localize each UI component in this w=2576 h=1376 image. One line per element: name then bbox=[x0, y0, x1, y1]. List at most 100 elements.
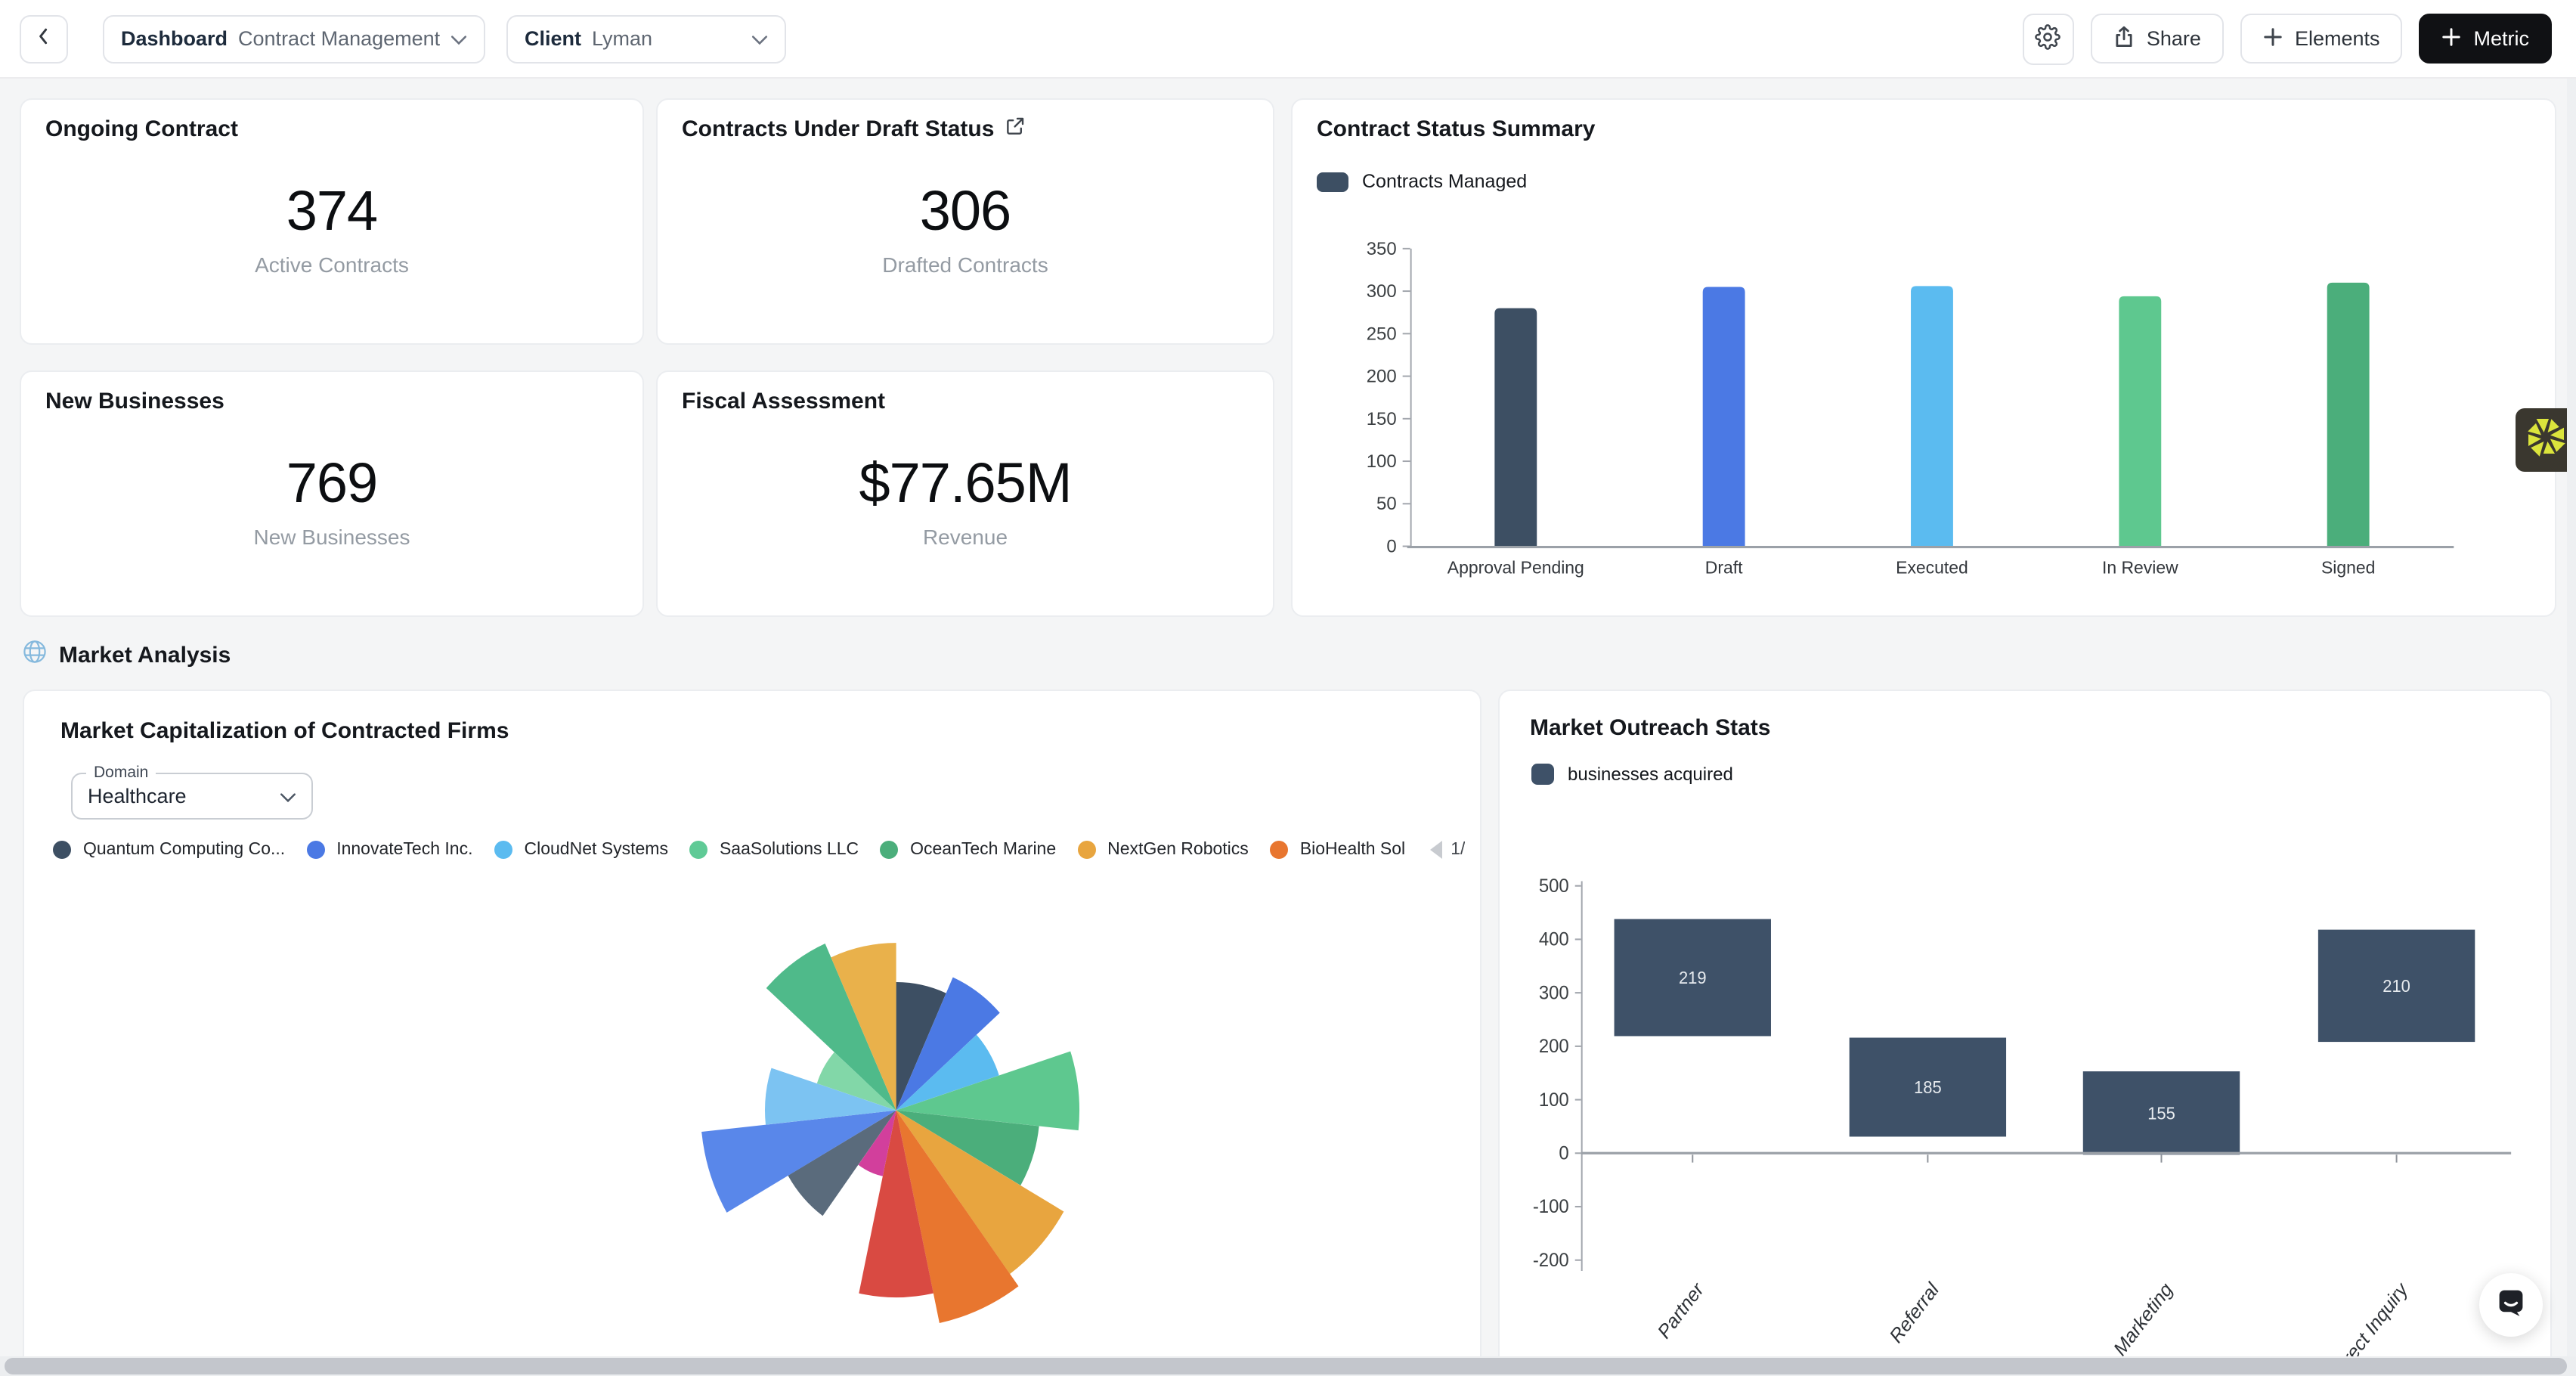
horizontal-scrollbar-thumb[interactable] bbox=[5, 1358, 2567, 1374]
svg-text:-200: -200 bbox=[1533, 1250, 1569, 1271]
legend-item-0[interactable]: Quantum Computing Co... bbox=[53, 841, 285, 859]
legend-dot bbox=[689, 841, 707, 859]
chevron-down-icon bbox=[450, 25, 467, 52]
chevron-left-icon bbox=[33, 26, 54, 51]
dashboard-select-value: Contract Management bbox=[238, 27, 440, 50]
svg-text:350: 350 bbox=[1367, 239, 1397, 259]
metric-label: Revenue bbox=[658, 525, 1273, 549]
legend-page-indicator: 1/3 bbox=[1451, 841, 1465, 859]
add-metric-button[interactable]: Metric bbox=[2420, 14, 2553, 64]
section-title-label: Market Analysis bbox=[59, 642, 231, 668]
vertical-scrollbar[interactable] bbox=[2567, 79, 2576, 1356]
svg-text:Partner: Partner bbox=[1654, 1278, 1709, 1343]
chat-launcher-button[interactable] bbox=[2479, 1273, 2543, 1337]
domain-select[interactable]: Domain Healthcare bbox=[71, 773, 313, 820]
share-icon bbox=[2113, 25, 2135, 52]
kpi-card-new-businesses: New Businesses 769 New Businesses bbox=[20, 370, 644, 617]
client-select[interactable]: Client Lyman bbox=[506, 14, 786, 63]
legend-dot bbox=[880, 841, 898, 859]
summary-bar-signed[interactable] bbox=[2327, 283, 2370, 547]
share-button-label: Share bbox=[2147, 27, 2201, 50]
legend-dot bbox=[1270, 841, 1288, 859]
dashboard-select-label: Dashboard bbox=[121, 27, 228, 50]
legend-item-2[interactable]: CloudNet Systems bbox=[494, 841, 668, 859]
card-title: Fiscal Assessment bbox=[682, 389, 885, 414]
share-button[interactable]: Share bbox=[2091, 14, 2224, 64]
summary-bar-in-review[interactable] bbox=[2119, 296, 2161, 547]
kpi-card-contracts-under-draft: Contracts Under Draft Status 306 Drafted… bbox=[656, 98, 1274, 345]
legend-item-1[interactable]: InnovateTech Inc. bbox=[306, 841, 472, 859]
starburst-icon bbox=[2525, 415, 2567, 465]
legend-page-prev-icon[interactable] bbox=[1429, 841, 1441, 859]
app-viewport: Dashboard Contract Management Client Lym… bbox=[0, 0, 2576, 1376]
legend-dot bbox=[306, 841, 324, 859]
legend-item-3[interactable]: SaaSolutions LLC bbox=[689, 841, 859, 859]
svg-text:200: 200 bbox=[1539, 1037, 1569, 1057]
add-elements-button[interactable]: Elements bbox=[2240, 14, 2403, 64]
legend-dot bbox=[494, 841, 512, 859]
svg-text:Executed: Executed bbox=[1896, 557, 1968, 577]
client-select-value: Lyman bbox=[592, 27, 741, 50]
top-bar: Dashboard Contract Management Client Lym… bbox=[0, 0, 2576, 79]
legend-dot bbox=[1077, 841, 1095, 859]
legend-item-label: InnovateTech Inc. bbox=[336, 841, 472, 859]
legend-item-5[interactable]: NextGen Robotics bbox=[1077, 841, 1249, 859]
market-outreach-bar-chart: 5004003002001000-100-200219185155210Part… bbox=[1500, 691, 2550, 1376]
add-elements-button-label: Elements bbox=[2295, 27, 2380, 50]
card-title: New Businesses bbox=[45, 389, 224, 414]
plus-icon bbox=[2263, 26, 2283, 51]
domain-select-value: Healthcare bbox=[88, 785, 280, 807]
client-select-label: Client bbox=[525, 27, 581, 50]
legend-item-6[interactable]: BioHealth Sol bbox=[1270, 841, 1405, 859]
chevron-down-icon bbox=[280, 783, 296, 810]
market-capitalization-card: Market Capitalization of Contracted Firm… bbox=[23, 690, 1482, 1376]
svg-text:-100: -100 bbox=[1533, 1197, 1569, 1217]
summary-bar-draft[interactable] bbox=[1703, 287, 1745, 546]
summary-bar-approval-pending[interactable] bbox=[1494, 308, 1537, 547]
chevron-down-icon bbox=[751, 25, 768, 52]
metric-value: 374 bbox=[21, 180, 642, 243]
metric-value: $77.65M bbox=[658, 452, 1273, 516]
metric-label: Drafted Contracts bbox=[658, 253, 1273, 277]
svg-text:50: 50 bbox=[1376, 494, 1397, 514]
legend-dot bbox=[53, 841, 71, 859]
svg-text:185: 185 bbox=[1914, 1078, 1942, 1097]
svg-text:500: 500 bbox=[1539, 876, 1569, 897]
svg-text:Signed: Signed bbox=[2321, 557, 2375, 577]
svg-text:250: 250 bbox=[1367, 324, 1397, 344]
back-button[interactable] bbox=[20, 14, 68, 63]
horizontal-scrollbar-track[interactable] bbox=[0, 1356, 2576, 1376]
external-link-icon[interactable] bbox=[1005, 116, 1024, 142]
add-metric-button-label: Metric bbox=[2474, 27, 2530, 50]
svg-text:210: 210 bbox=[2382, 977, 2410, 996]
svg-text:300: 300 bbox=[1367, 281, 1397, 302]
legend-item-4[interactable]: OceanTech Marine bbox=[880, 841, 1056, 859]
kpi-card-fiscal-assessment: Fiscal Assessment $77.65M Revenue bbox=[656, 370, 1274, 617]
settings-button[interactable] bbox=[2023, 13, 2074, 64]
market-cap-polar-chart bbox=[24, 872, 1480, 1376]
svg-text:0: 0 bbox=[1386, 537, 1396, 557]
svg-text:200: 200 bbox=[1367, 367, 1397, 387]
svg-text:In Review: In Review bbox=[2102, 557, 2178, 577]
legend-item-label: Quantum Computing Co... bbox=[83, 841, 285, 859]
market-cap-legend: Quantum Computing Co... InnovateTech Inc.… bbox=[53, 835, 1465, 865]
legend-item-label: SaaSolutions LLC bbox=[720, 841, 859, 859]
contract-status-bar-chart: 350300250200150100500Approval PendingDra… bbox=[1293, 100, 2555, 615]
market-outreach-card: Market Outreach Stats businesses acquire… bbox=[1498, 690, 2552, 1376]
metric-value: 306 bbox=[658, 180, 1273, 243]
plus-icon bbox=[2442, 26, 2462, 51]
summary-bar-executed[interactable] bbox=[1911, 286, 1953, 546]
svg-text:155: 155 bbox=[2147, 1104, 2175, 1123]
dashboard-select[interactable]: Dashboard Contract Management bbox=[103, 14, 485, 63]
card-title: Ongoing Contract bbox=[45, 116, 238, 142]
legend-item-label: BioHealth Sol bbox=[1300, 841, 1405, 859]
svg-text:100: 100 bbox=[1539, 1089, 1569, 1110]
top-bar-actions: Share Elements Metric bbox=[2023, 13, 2552, 64]
globe-icon bbox=[23, 640, 47, 670]
svg-text:0: 0 bbox=[1559, 1143, 1568, 1164]
legend-pager: 1/3 bbox=[1429, 841, 1465, 859]
market-analysis-section-header: Market Analysis bbox=[23, 640, 231, 670]
chat-bubble-icon bbox=[2494, 1285, 2528, 1325]
domain-select-label: Domain bbox=[86, 764, 156, 782]
svg-text:300: 300 bbox=[1539, 983, 1569, 1003]
